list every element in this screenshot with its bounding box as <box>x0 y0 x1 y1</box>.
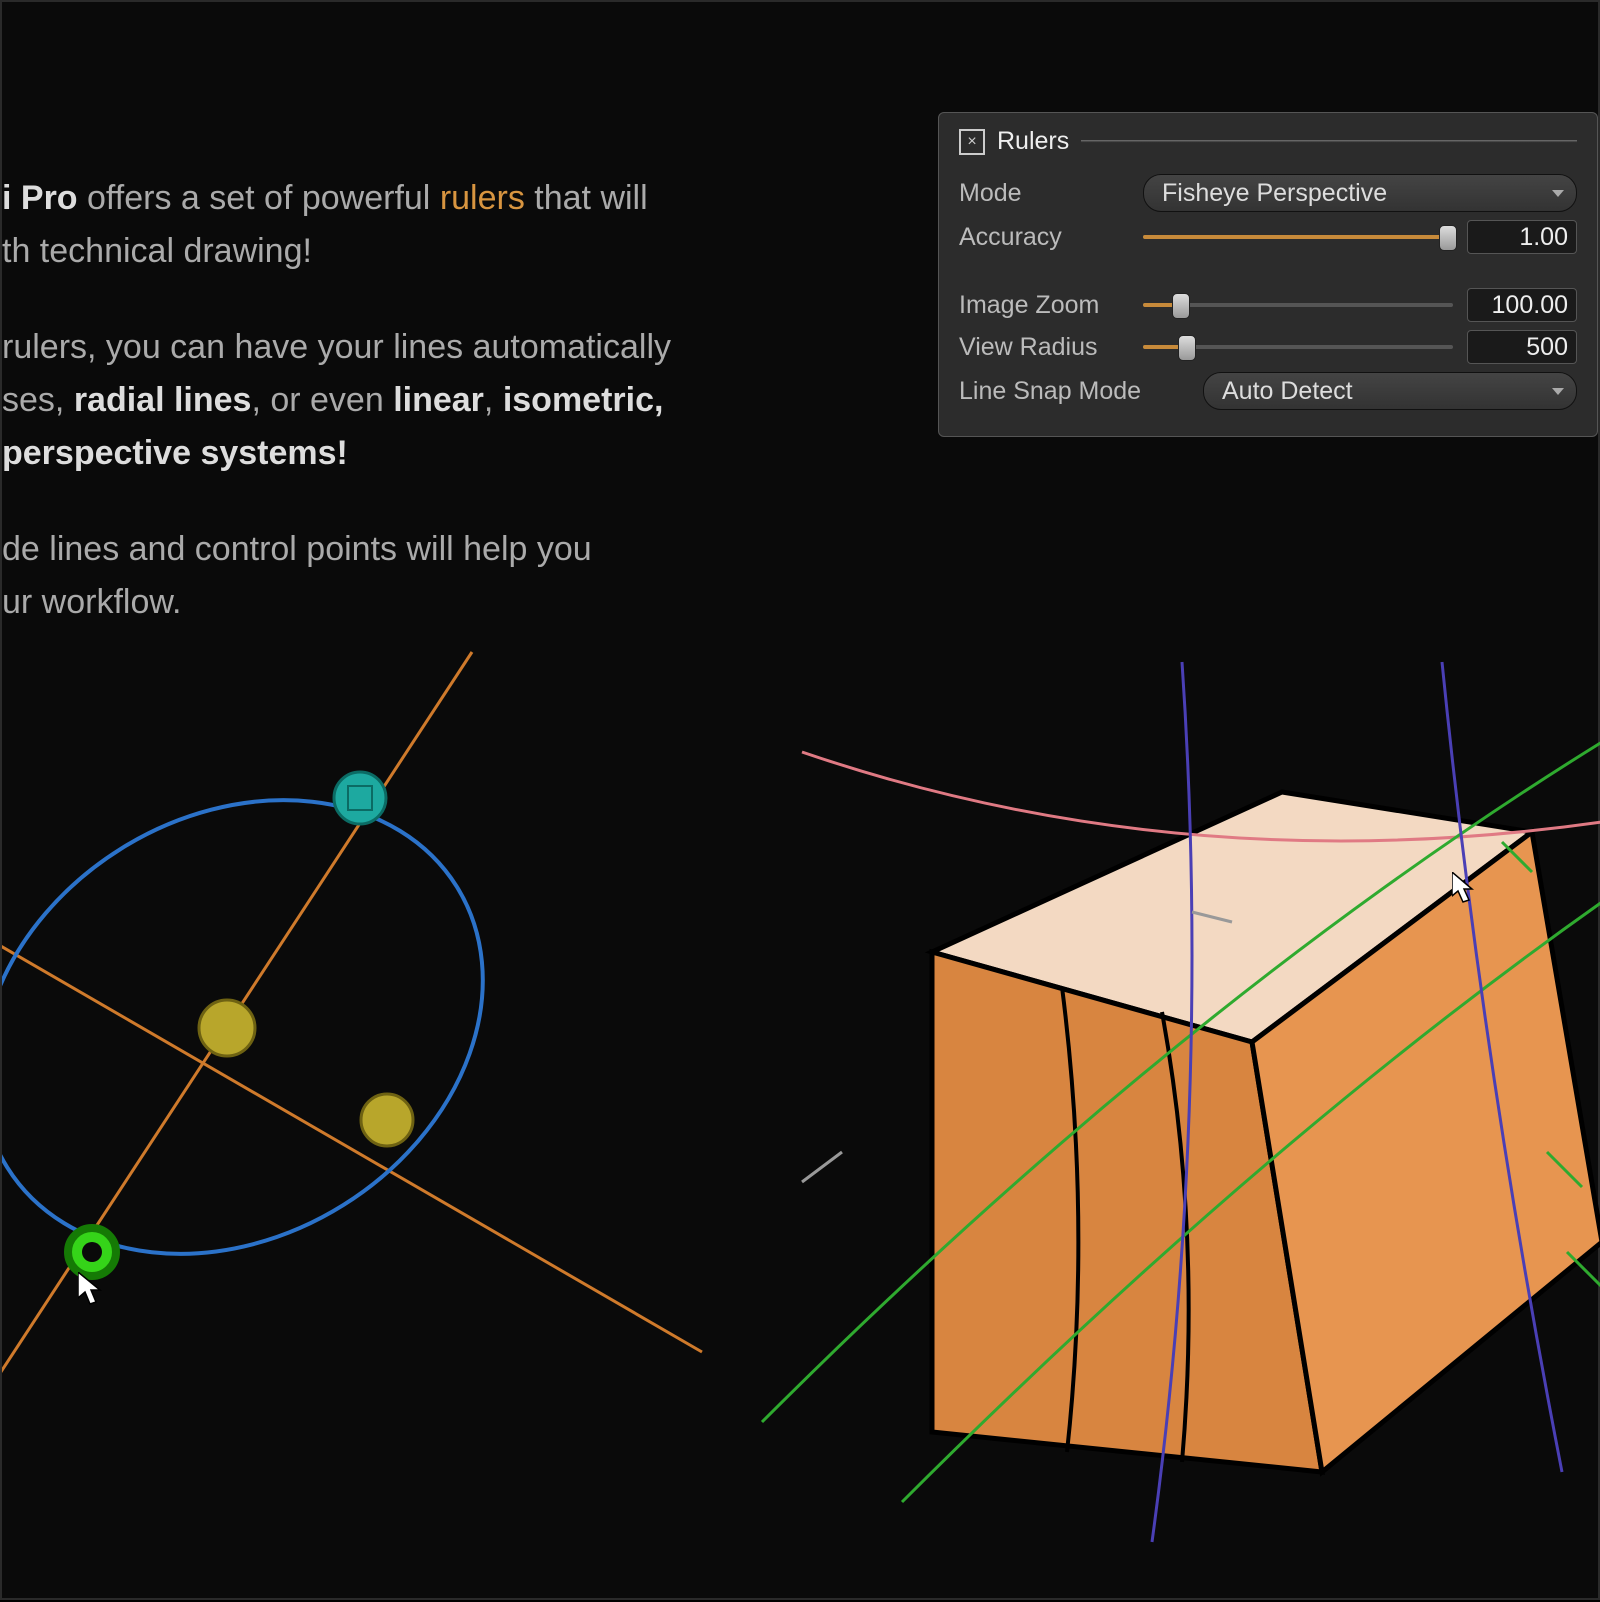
mode-label: Mode <box>959 179 1129 208</box>
snap-row: Line Snap Mode Auto Detect <box>959 372 1577 410</box>
x-icon: × <box>967 134 976 150</box>
radius-row: View Radius 500 <box>959 330 1577 364</box>
accuracy-row: Accuracy 1.00 <box>959 220 1577 254</box>
header-rule <box>1081 140 1577 143</box>
fisheye-cube-figure <box>762 662 1600 1542</box>
desc-paragraph-2: rulers, you can have your lines automati… <box>2 321 782 479</box>
app-stage: i Pro offers a set of powerful rulers th… <box>0 0 1600 1600</box>
description-text: i Pro offers a set of powerful rulers th… <box>2 172 782 673</box>
snap-dropdown[interactable]: Auto Detect <box>1203 372 1577 410</box>
rulers-checkbox[interactable]: × <box>959 129 985 155</box>
radius-value[interactable]: 500 <box>1467 330 1577 364</box>
zoom-label: Image Zoom <box>959 291 1129 320</box>
radius-slider[interactable] <box>1143 337 1453 357</box>
rulers-panel: × Rulers Mode Fisheye Perspective Accura… <box>938 112 1598 437</box>
desc-paragraph-3: de lines and control points will help yo… <box>2 523 782 628</box>
desc-paragraph-1: i Pro offers a set of powerful rulers th… <box>2 172 782 277</box>
mode-dropdown[interactable]: Fisheye Perspective <box>1143 174 1577 212</box>
mode-row: Mode Fisheye Perspective <box>959 174 1577 212</box>
rulers-panel-header: × Rulers <box>959 127 1577 156</box>
zoom-row: Image Zoom 100.00 <box>959 288 1577 322</box>
radius-label: View Radius <box>959 333 1129 362</box>
rulers-panel-title: Rulers <box>997 127 1069 156</box>
snap-label: Line Snap Mode <box>959 377 1189 406</box>
accuracy-label: Accuracy <box>959 223 1129 252</box>
ellipse-ruler-figure <box>2 652 702 1462</box>
accuracy-value[interactable]: 1.00 <box>1467 220 1577 254</box>
accuracy-slider[interactable] <box>1143 227 1453 247</box>
zoom-slider[interactable] <box>1143 295 1453 315</box>
zoom-value[interactable]: 100.00 <box>1467 288 1577 322</box>
